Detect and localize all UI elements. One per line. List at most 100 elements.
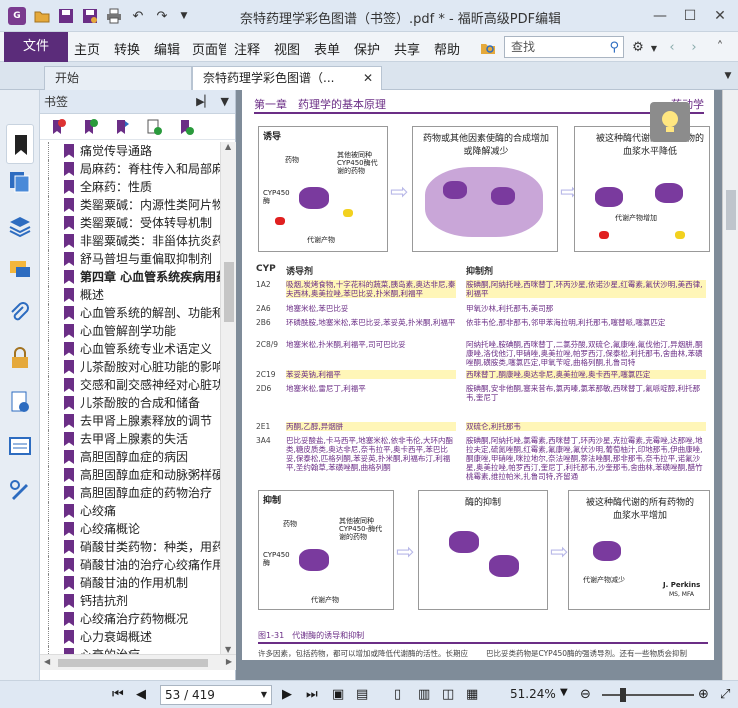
minimize-button[interactable]: — xyxy=(650,6,670,26)
zoom-slider[interactable] xyxy=(602,694,694,696)
document-scroll-thumb[interactable] xyxy=(726,190,736,230)
bookmark-item[interactable]: 第四章 心血管系统疾病用药 xyxy=(40,268,220,286)
signature-panel-icon[interactable] xyxy=(8,478,32,502)
tip-lightbulb-icon[interactable] xyxy=(650,102,690,142)
file-menu[interactable]: 文件 xyxy=(4,32,68,62)
zoom-out-icon[interactable]: ⊖ xyxy=(580,687,591,702)
print-icon[interactable] xyxy=(106,8,122,24)
menu-help[interactable]: 帮助 xyxy=(434,39,460,58)
bookmark-item[interactable]: 高胆固醇血症的病因 xyxy=(40,448,220,466)
save-icon[interactable] xyxy=(58,8,74,24)
app-logo-icon[interactable]: G xyxy=(8,7,26,25)
first-page-icon[interactable]: ⏮ xyxy=(112,687,124,702)
facing-view-icon[interactable]: ◫ xyxy=(442,687,454,702)
bookmark-item[interactable]: 硝酸甘类药物：种类，用药 xyxy=(40,538,220,556)
bookmark-item[interactable]: 高胆固醇血症的药物治疗 xyxy=(40,484,220,502)
bookmark-item[interactable]: 心绞痛治疗药物概况 xyxy=(40,610,220,628)
fit-page-icon[interactable]: ▣ xyxy=(332,687,344,702)
bookmark-item[interactable]: 心绞痛概论 xyxy=(40,520,220,538)
bookmark-item[interactable]: 非罂粟碱类：非甾体抗炎药 xyxy=(40,232,220,250)
redo-icon[interactable]: ↷ xyxy=(154,8,170,24)
maximize-button[interactable]: ☐ xyxy=(680,6,700,26)
panel-menu-icon[interactable]: ▼ xyxy=(221,90,229,114)
open-icon[interactable] xyxy=(34,8,50,24)
zoom-level[interactable]: 51.24% xyxy=(510,687,556,701)
add-bookmark-icon[interactable] xyxy=(82,119,98,135)
bookmark-item[interactable]: 舒马普坦与重偏取抑制剂 xyxy=(40,250,220,268)
bookmark-hscroll-thumb[interactable] xyxy=(58,659,208,667)
tab-start[interactable]: 开始 xyxy=(44,66,192,90)
continuous-view-icon[interactable]: ▥ xyxy=(418,687,430,702)
comments-panel-icon[interactable] xyxy=(8,258,32,282)
bookmark-panel-icon[interactable] xyxy=(6,124,34,164)
menu-home[interactable]: 主页 xyxy=(74,39,100,58)
undo-icon[interactable]: ↶ xyxy=(130,8,146,24)
bookmark-item[interactable]: 儿茶酚胺对心脏功能的影响 xyxy=(40,358,220,376)
zoom-slider-knob[interactable] xyxy=(620,688,626,702)
next-icon[interactable]: › xyxy=(686,39,702,55)
settings-dropdown-icon[interactable]: ▼ xyxy=(646,40,662,56)
zoom-dropdown-icon[interactable]: ▼ xyxy=(560,687,568,698)
bookmark-item[interactable]: 心血管系统的解剖、功能和病理 xyxy=(40,304,220,322)
collapse-ribbon-icon[interactable]: ˄ xyxy=(712,39,728,55)
page-info-panel-icon[interactable] xyxy=(8,390,32,414)
content-panel-icon[interactable] xyxy=(8,434,32,458)
single-page-view-icon[interactable]: ▯ xyxy=(394,687,401,702)
scroll-left-icon[interactable]: ◀ xyxy=(44,657,50,666)
customize-quick-access-icon[interactable]: ▼ xyxy=(176,8,192,24)
close-button[interactable]: ✕ xyxy=(710,6,730,26)
search-icon[interactable]: ⚲ xyxy=(609,38,619,58)
page-number-input[interactable]: 53 / 419 ▼ xyxy=(160,685,272,705)
bookmark-item[interactable]: 痛觉传导通路 xyxy=(40,142,220,160)
bookmark-item[interactable]: 心血管系统专业术语定义 xyxy=(40,340,220,358)
bookmark-item[interactable]: 全麻药：性质 xyxy=(40,178,220,196)
menu-share[interactable]: 共享 xyxy=(394,39,420,58)
security-panel-icon[interactable] xyxy=(8,346,32,370)
bookmark-item[interactable]: 心衰的治疗 xyxy=(40,646,220,654)
bookmark-item[interactable]: 硝酸甘油的作用机制 xyxy=(40,574,220,592)
bookmark-properties-icon[interactable] xyxy=(178,119,194,135)
scroll-down-icon[interactable]: ▼ xyxy=(225,645,231,654)
layers-panel-icon[interactable] xyxy=(8,214,32,238)
tab-list-dropdown-icon[interactable]: ▼ xyxy=(720,68,736,84)
fullscreen-icon[interactable]: ⤢ xyxy=(720,687,730,702)
menu-convert[interactable]: 转换 xyxy=(114,39,140,58)
menu-edit[interactable]: 编辑 xyxy=(154,39,180,58)
bookmark-horizontal-scrollbar[interactable]: ◀ ▶ xyxy=(40,654,236,670)
menu-form[interactable]: 表单 xyxy=(314,39,340,58)
last-page-icon[interactable]: ⏭ xyxy=(306,687,318,702)
bookmark-item[interactable]: 高胆固醇血症和动脉粥样硬化 xyxy=(40,466,220,484)
menu-comment[interactable]: 注释 xyxy=(234,39,260,58)
previous-page-icon[interactable]: ◀ xyxy=(136,687,146,702)
expand-bookmark-icon[interactable] xyxy=(114,119,130,135)
document-vertical-scrollbar[interactable] xyxy=(722,90,738,680)
previous-icon[interactable]: ‹ xyxy=(664,39,680,55)
delete-bookmark-icon[interactable] xyxy=(50,119,66,135)
next-page-icon[interactable]: ▶ xyxy=(282,687,292,702)
save-as-icon[interactable] xyxy=(82,8,98,24)
settings-gear-icon[interactable]: ⚙ xyxy=(630,39,646,55)
bookmark-item[interactable]: 硝酸甘油的治疗心绞痛作用 xyxy=(40,556,220,574)
menu-protect[interactable]: 保护 xyxy=(354,39,380,58)
bookmark-item[interactable]: 概述 xyxy=(40,286,220,304)
scroll-right-icon[interactable]: ▶ xyxy=(226,657,232,666)
bookmark-item[interactable]: 心力衰竭概述 xyxy=(40,628,220,646)
bookmark-item[interactable]: 去甲肾上腺素释放的调节 xyxy=(40,412,220,430)
continuous-facing-view-icon[interactable]: ▦ xyxy=(466,687,478,702)
bookmark-item[interactable]: 类罂粟碱：内源性类阿片物质 xyxy=(40,196,220,214)
tab-document[interactable]: 奈特药理学彩色图谱（... ✕ xyxy=(192,66,382,90)
bookmark-item[interactable]: 局麻药：脊柱传入和局部麻醉 xyxy=(40,160,220,178)
pages-panel-icon[interactable] xyxy=(8,170,32,194)
scroll-up-icon[interactable]: ▲ xyxy=(225,142,231,151)
bookmark-vertical-scrollbar[interactable]: ▲ ▼ xyxy=(220,142,236,654)
attachments-panel-icon[interactable] xyxy=(8,302,32,326)
bookmark-item[interactable]: 交感和副交感神经对心脏功能 xyxy=(40,376,220,394)
bookmark-item[interactable]: 心血管解剖学功能 xyxy=(40,322,220,340)
bookmark-item[interactable]: 儿茶酚胺的合成和储备 xyxy=(40,394,220,412)
close-tab-icon[interactable]: ✕ xyxy=(363,67,373,89)
bookmark-item[interactable]: 钙拮抗剂 xyxy=(40,592,220,610)
zoom-in-icon[interactable]: ⊕ xyxy=(698,687,709,702)
menu-page-management[interactable]: 页面管理 xyxy=(192,39,226,58)
bookmark-item[interactable]: 心绞痛 xyxy=(40,502,220,520)
new-bookmark-page-icon[interactable] xyxy=(146,119,162,135)
